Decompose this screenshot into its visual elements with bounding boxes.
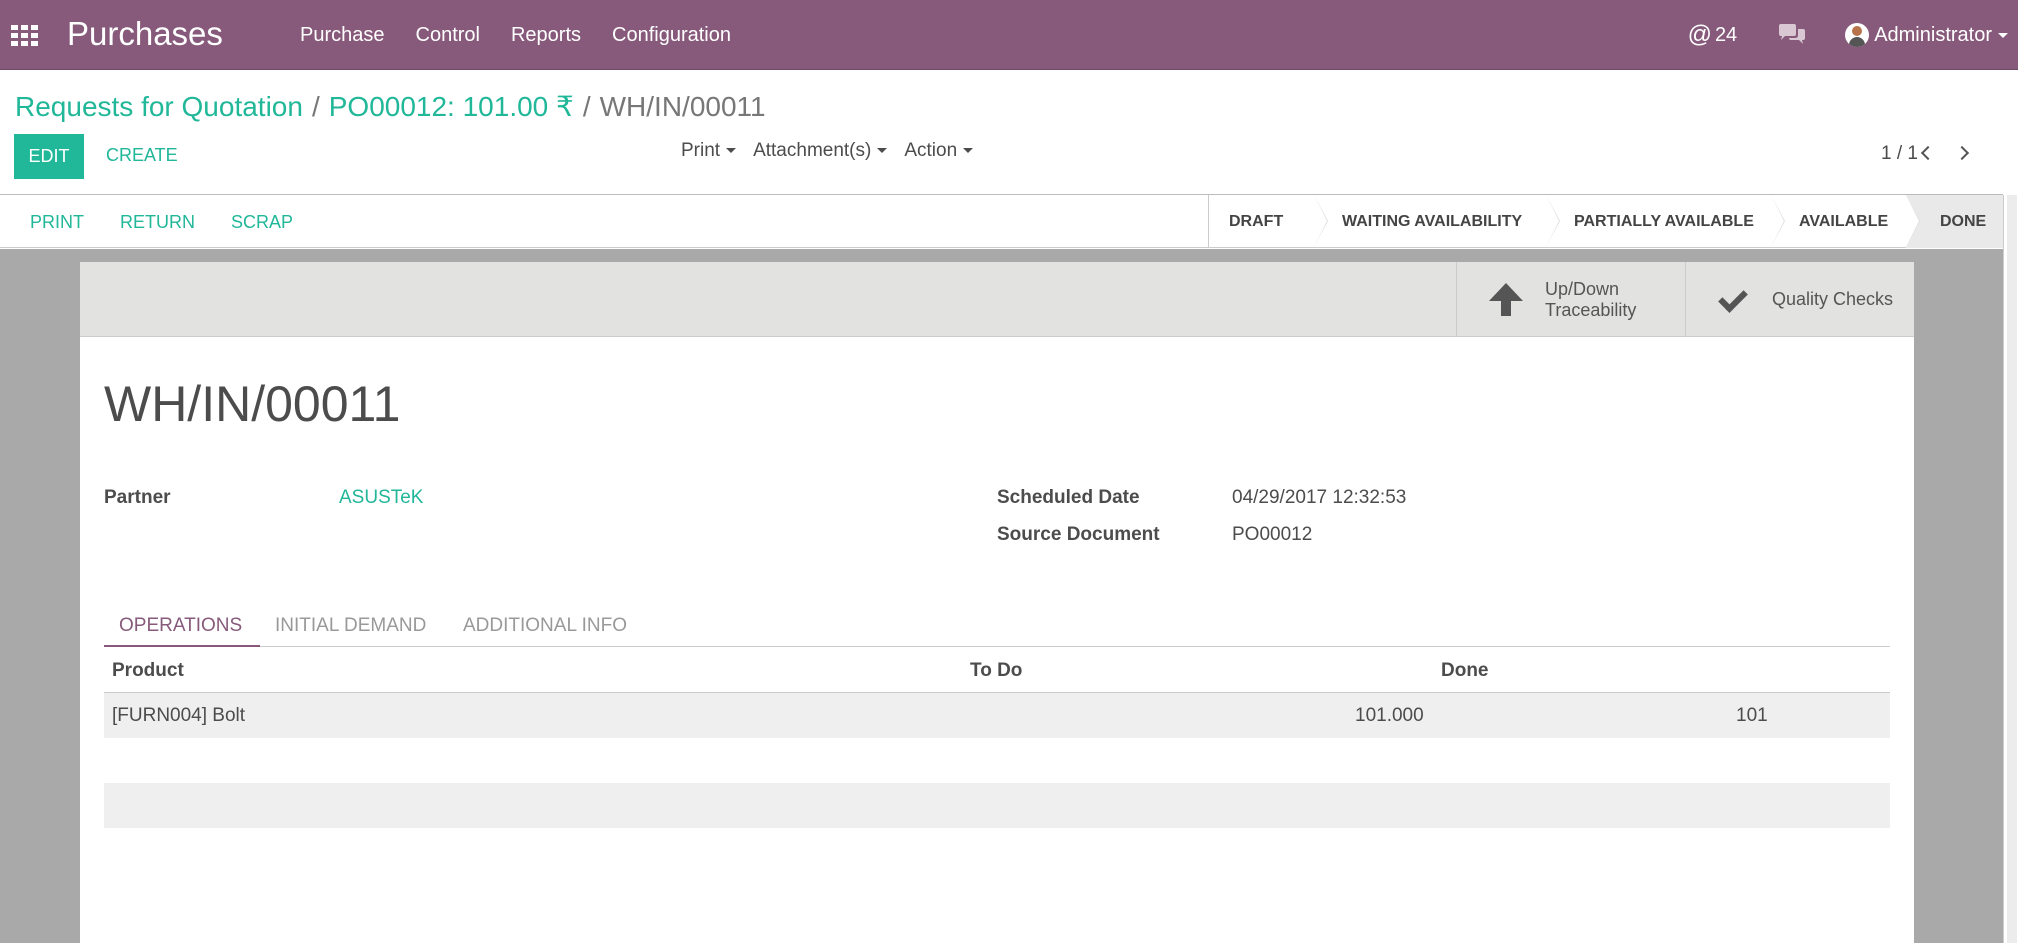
scheduled-date-value: 04/29/2017 12:32:53 [1232,487,1407,508]
cell-product: [FURN004] Bolt [112,705,246,726]
menu-reports[interactable]: Reports [511,24,581,47]
stage-done-label: DONE [1940,212,1987,230]
form-statusbar: PRINT RETURN SCRAP DRAFT WAITING AVAILAB… [0,195,2004,248]
scrollbar[interactable] [2003,195,2018,943]
stage-draft: DRAFT [1209,195,1328,248]
user-name: Administrator [1874,23,1992,46]
apps-grid-icon[interactable] [11,25,38,46]
sidebar-menus: Print Attachment(s) Action [681,140,974,162]
breadcrumb: Requests for Quotation / PO00012: 101.00 ₹… [15,90,766,123]
cell-todo: 101.000 [1355,705,1424,726]
edit-button[interactable]: EDIT [14,134,84,179]
breadcrumb-separator: / [582,91,591,122]
stage-done: DONE [1906,195,2004,248]
stage-available-label: AVAILABLE [1799,212,1889,230]
quality-checks-button[interactable]: Quality Checks [1685,262,1914,337]
arrow-up-icon [1489,282,1523,317]
column-product[interactable]: Product [112,660,184,682]
caret-down-icon [963,148,974,154]
stage-partially-available: PARTIALLY AVAILABLE [1546,195,1785,248]
breadcrumb-rfq[interactable]: Requests for Quotation [15,91,303,122]
table-footer [104,783,1890,828]
create-button[interactable]: CREATE [106,145,178,166]
stage-waiting-label: WAITING AVAILABILITY [1342,212,1523,230]
table-header: Product To Do Done [104,648,1890,693]
page-title: WH/IN/00011 [104,376,401,432]
notebook-tabs: OPERATIONS INITIAL DEMAND ADDITIONAL INF… [104,605,1890,647]
user-menu[interactable]: Administrator [1845,23,2008,47]
stage-waiting-availability: WAITING AVAILABILITY [1314,195,1560,248]
action-dropdown[interactable]: Action [904,140,974,162]
traceability-label: Up/Down Traceability [1545,279,1636,321]
traceability-line2: Traceability [1545,299,1637,320]
menu-configuration[interactable]: Configuration [612,24,731,47]
source-document-value: PO00012 [1232,524,1313,545]
app-name[interactable]: Purchases [67,15,223,53]
traceability-line1: Up/Down [1545,278,1620,299]
breadcrumb-current: WH/IN/00011 [599,91,766,122]
check-icon [1720,285,1754,315]
breadcrumb-separator: / [311,91,320,122]
navbar-right: @ 24 Administrator [1688,0,2018,70]
source-document-label: Source Document [997,524,1160,545]
smart-button-box: Up/Down Traceability Quality Checks [80,262,1914,337]
quality-checks-label: Quality Checks [1772,289,1894,309]
cell-done: 101 [1736,705,1768,726]
at-icon: @ [1687,21,1712,48]
stage-available: AVAILABLE [1771,195,1920,248]
top-menu: Purchase Control Reports Configuration [300,24,731,47]
return-button[interactable]: RETURN [120,212,195,233]
menu-control[interactable]: Control [416,24,480,47]
tab-additional-info[interactable]: ADDITIONAL INFO [450,605,650,647]
table-row[interactable]: [FURN004] Bolt 101.000 101 [104,693,1890,738]
tab-initial-demand[interactable]: INITIAL DEMAND [260,605,450,647]
stage-draft-label: DRAFT [1229,212,1284,230]
print-dropdown[interactable]: Print [681,140,737,162]
traceability-button[interactable]: Up/Down Traceability [1456,262,1685,337]
scrap-button[interactable]: SCRAP [231,212,293,233]
mentions-button[interactable]: @ 24 [1688,21,1738,49]
action-dropdown-label: Action [904,140,958,161]
column-done[interactable]: Done [1441,660,1489,682]
top-navbar: Purchases Purchase Control Reports Confi… [0,0,2018,70]
partner-link[interactable]: ASUSTeK [339,487,423,509]
chevron-left-icon[interactable] [1918,143,1936,163]
chat-bubbles-icon[interactable] [1777,23,1807,47]
stage-partial-label: PARTIALLY AVAILABLE [1574,212,1754,230]
mentions-count: 24 [1714,23,1738,46]
pager-value[interactable]: 1 / 1 [1881,143,1918,165]
print-dropdown-label: Print [681,140,721,161]
breadcrumb-po[interactable]: PO00012: 101.00 ₹ [329,91,574,122]
partner-label: Partner [104,487,171,508]
operations-table: Product To Do Done [FURN004] Bolt 101.00… [104,648,1890,828]
print-button[interactable]: PRINT [30,212,84,233]
scheduled-date-label: Scheduled Date [997,487,1140,508]
status-stages: DRAFT WAITING AVAILABILITY PARTIALLY AVA… [1208,195,2004,248]
header-buttons: PRINT RETURN SCRAP [30,212,293,233]
menu-purchase[interactable]: Purchase [300,24,385,47]
chevron-down-icon [1998,32,2008,38]
column-todo[interactable]: To Do [970,660,1022,682]
chevron-right-icon[interactable] [1954,143,1975,163]
attachments-dropdown[interactable]: Attachment(s) [753,140,888,162]
caret-down-icon [877,148,888,154]
caret-down-icon [726,148,737,154]
avatar [1845,23,1870,47]
tab-operations[interactable]: OPERATIONS [104,605,260,647]
form-sheet: Up/Down Traceability Quality Checks WH/IN… [80,262,1914,943]
attachments-dropdown-label: Attachment(s) [753,140,872,161]
